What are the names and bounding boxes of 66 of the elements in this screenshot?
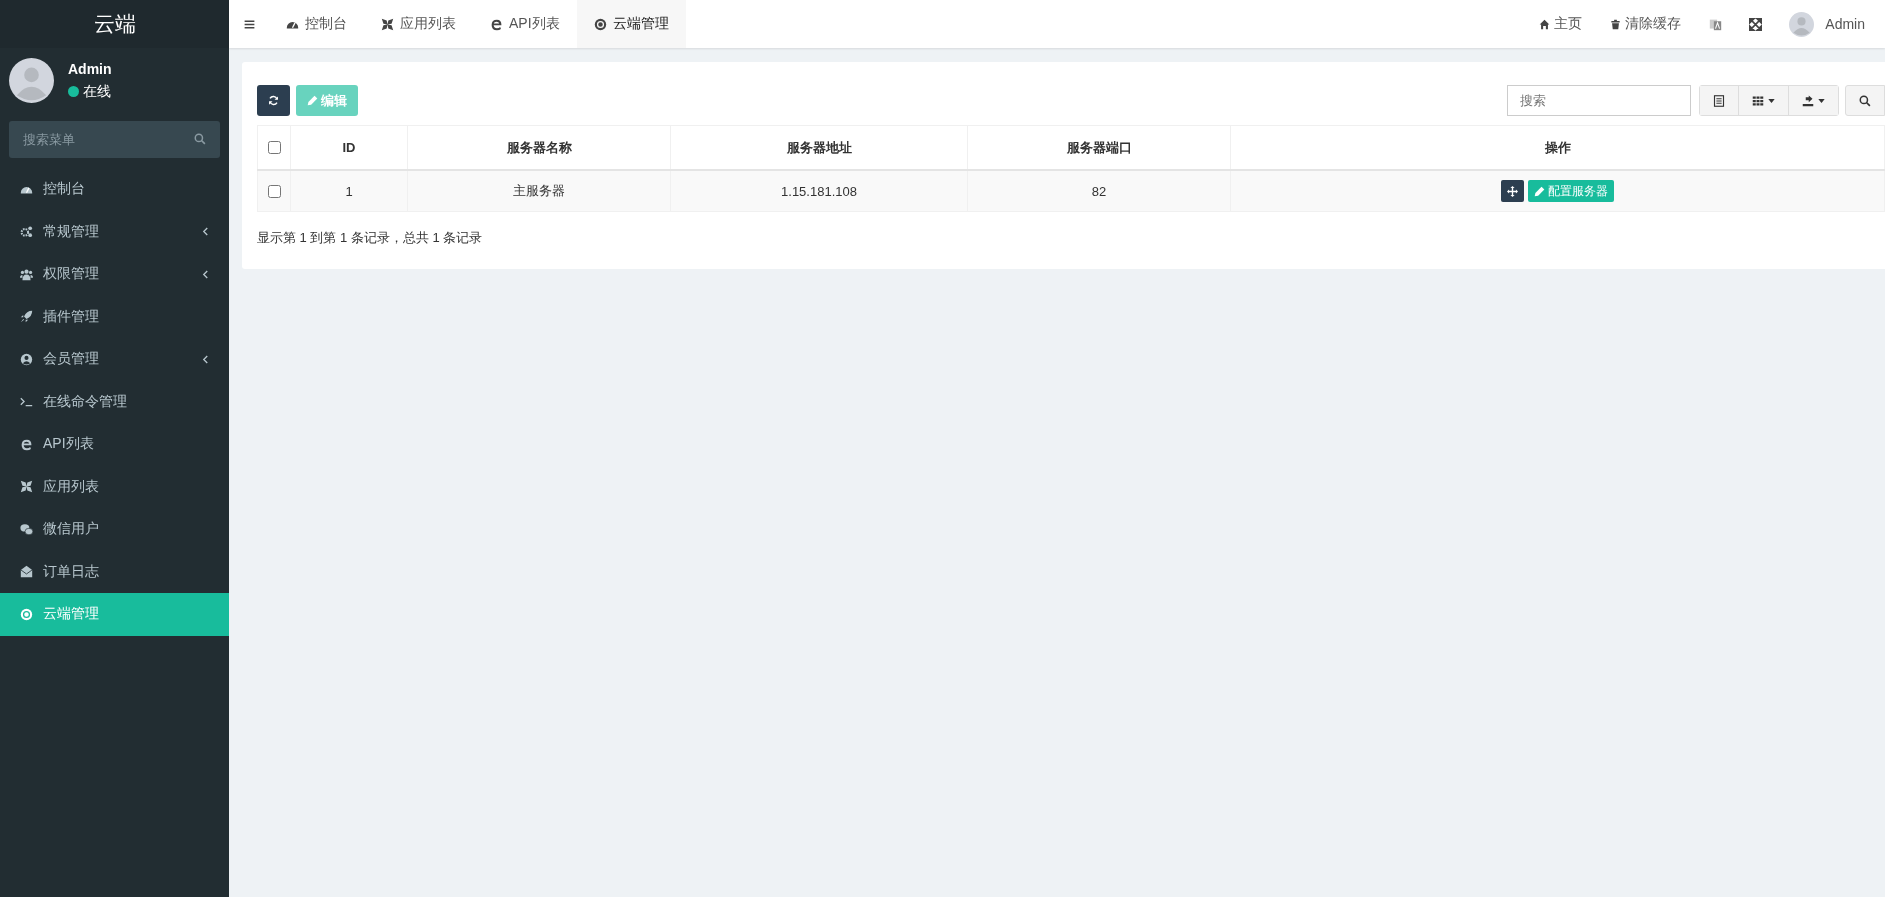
- move-arrows-icon: [1507, 185, 1518, 197]
- search-icon: [194, 133, 206, 145]
- menu-item[interactable]: 会员管理: [0, 338, 229, 381]
- envelope-icon: [20, 565, 33, 579]
- nav-link[interactable]: 清除缓存: [1596, 15, 1696, 33]
- column-header: 服务器地址: [786, 139, 852, 155]
- column-header: 服务器名称: [506, 139, 572, 155]
- select-all-checkbox[interactable]: [268, 141, 281, 154]
- row-checkbox[interactable]: [268, 184, 281, 198]
- grid-icon: [1752, 94, 1764, 107]
- browser-e-icon: [490, 17, 503, 31]
- tab[interactable]: API列表: [473, 0, 577, 48]
- table-cell: 1.15.181.108: [781, 183, 857, 199]
- table-cell: 82: [1091, 183, 1107, 199]
- users-icon: [20, 267, 33, 281]
- table-cell: 1: [345, 183, 353, 199]
- refresh-icon: [268, 95, 279, 106]
- table-cell: 主服务器: [513, 183, 565, 198]
- status-text: 在线: [83, 82, 111, 101]
- puzzle-icon: [20, 480, 33, 494]
- pencil-icon: [1534, 185, 1545, 197]
- menu-item[interactable]: 常规管理: [0, 210, 229, 253]
- chat-bubbles-icon: [20, 522, 33, 536]
- menu-item[interactable]: 订单日志: [0, 550, 229, 593]
- pagination-info: 显示第 1 到第 1 条记录，总共 1 条记录: [257, 229, 484, 247]
- terminal-icon: [20, 395, 33, 409]
- gears-icon: [20, 225, 33, 239]
- refresh-button[interactable]: [257, 85, 290, 116]
- column-header: ID: [342, 140, 356, 155]
- column-header: 操作: [1544, 139, 1571, 155]
- menu-search-field[interactable]: 搜索菜单: [9, 121, 220, 158]
- user-circle-icon: [20, 352, 33, 366]
- download-icon: [1802, 94, 1814, 107]
- fullscreen-icon: [1748, 17, 1762, 31]
- drag-button[interactable]: [1501, 180, 1524, 202]
- list-icon: [1713, 94, 1725, 107]
- search-icon: [1859, 94, 1871, 107]
- puzzle-icon: [381, 17, 394, 31]
- user-name: Admin: [68, 60, 112, 77]
- menu-item[interactable]: 插件管理: [0, 295, 229, 338]
- trash-icon: [1610, 18, 1622, 30]
- tab[interactable]: 应用列表: [364, 0, 473, 48]
- rocket-icon: [20, 310, 33, 324]
- search-field[interactable]: 搜索: [1507, 85, 1691, 116]
- pencil-icon: [307, 95, 318, 106]
- tab[interactable]: 控制台: [269, 0, 364, 48]
- menu-item[interactable]: 权限管理: [0, 253, 229, 296]
- translate-icon: [1708, 17, 1722, 31]
- menu-item[interactable]: 控制台: [0, 168, 229, 211]
- nav-link[interactable]: 主页: [1525, 15, 1597, 33]
- home-icon: [1539, 18, 1551, 30]
- avatar: [1789, 11, 1815, 37]
- menu-item[interactable]: API列表: [0, 423, 229, 466]
- menu-item[interactable]: 应用列表: [0, 465, 229, 508]
- avatar: [9, 58, 54, 103]
- column-header: 服务器端口: [1066, 139, 1132, 155]
- caret-icon: [1818, 98, 1825, 103]
- browser-e-icon: [20, 437, 33, 451]
- logo-text: 云端: [93, 11, 136, 37]
- menu-item[interactable]: 微信用户: [0, 508, 229, 551]
- tab[interactable]: 云端管理: [576, 0, 686, 48]
- toggle-view-button[interactable]: [1700, 86, 1739, 115]
- menu-item[interactable]: 在线命令管理: [0, 380, 229, 423]
- caret-icon: [1768, 98, 1775, 103]
- user-menu[interactable]: Admin: [1775, 11, 1885, 37]
- search-button[interactable]: [1845, 85, 1885, 116]
